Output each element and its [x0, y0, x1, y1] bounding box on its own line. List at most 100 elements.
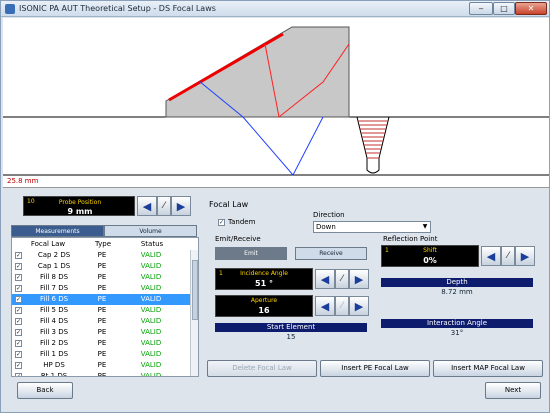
minimize-button[interactable]: ‒	[469, 2, 493, 15]
row-check-icon[interactable]: ✓	[15, 373, 22, 376]
row-status: VALID	[140, 350, 162, 358]
row-status: VALID	[140, 251, 162, 259]
shift-value: 0%	[423, 256, 437, 265]
shift-increase-button[interactable]: ▶	[515, 246, 535, 266]
row-status: VALID	[140, 284, 162, 292]
row-type: PE	[97, 273, 107, 281]
tandem-checkbox[interactable]: ✓ Tandem	[215, 217, 255, 226]
incidence-value: 51 °	[255, 279, 273, 288]
col-focal-law[interactable]: Focal Law	[12, 238, 84, 250]
chevron-down-icon: ▼	[422, 223, 428, 230]
shift-stepper: ◀ ⁄ ▶	[481, 246, 535, 266]
table-row[interactable]: ✓ Fill 2 DS PE VALID	[12, 338, 190, 349]
shift-step-toggle[interactable]: ⁄	[501, 246, 515, 266]
focal-law-table: Focal Law Type Status ✓ Cap 2 DS PE VALID ✓ C…	[11, 237, 199, 377]
table-row[interactable]: ✓ Cap 2 DS PE VALID	[12, 250, 190, 261]
row-status: VALID	[140, 339, 162, 347]
insert-pe-focal-law-button[interactable]: Insert PE Focal Law	[320, 360, 430, 377]
row-check-icon[interactable]: ✓	[15, 263, 22, 270]
interaction-angle-value: 31°	[450, 329, 464, 337]
row-focal-law: Fill 8 DS	[39, 273, 69, 281]
probe-value: 9 mm	[67, 207, 93, 216]
depth-value: 8.72 mm	[441, 288, 473, 296]
table-row[interactable]: ✓ Fill 4 DS PE VALID	[12, 316, 190, 327]
row-check-icon[interactable]: ✓	[15, 274, 22, 281]
probe-position-field[interactable]: 10 Probe Position 9 mm	[23, 196, 135, 216]
direction-value: Down	[316, 223, 336, 231]
row-check-icon[interactable]: ✓	[15, 351, 22, 358]
receive-button[interactable]: Receive	[295, 247, 367, 260]
app-icon	[5, 4, 15, 14]
row-type: PE	[97, 328, 107, 336]
probe-decrease-button[interactable]: ◀	[137, 196, 157, 216]
maximize-button[interactable]: □	[493, 2, 515, 15]
row-check-icon[interactable]: ✓	[15, 252, 22, 259]
aperture-decrease-button[interactable]: ◀	[315, 296, 335, 316]
table-row[interactable]: ✓ Fill 3 DS PE VALID	[12, 327, 190, 338]
direction-select[interactable]: Down ▼	[313, 221, 431, 233]
row-focal-law: Fill 6 DS	[39, 295, 69, 303]
table-row[interactable]: ✓ Fill 8 DS PE VALID	[12, 272, 190, 283]
table-header: Focal Law Type Status	[12, 238, 198, 250]
col-status[interactable]: Status	[122, 238, 182, 250]
probe-step-toggle[interactable]: ⁄	[157, 196, 171, 216]
table-row[interactable]: ✓ Fill 5 DS PE VALID	[12, 305, 190, 316]
probe-stepper: ◀ ⁄ ▶	[137, 196, 191, 216]
aperture-increase-button[interactable]: ▶	[349, 296, 369, 316]
tab-bar: Measurements Volume	[11, 225, 197, 237]
tandem-label: Tandem	[228, 217, 256, 226]
shift-field[interactable]: 1 Shift 0%	[381, 245, 479, 267]
row-check-icon[interactable]: ✓	[15, 296, 22, 303]
incidence-label: Incidence Angle	[240, 270, 288, 277]
delete-focal-law-button[interactable]: Delete Focal Law	[207, 360, 317, 377]
row-check-icon[interactable]: ✓	[15, 362, 22, 369]
shift-decrease-button[interactable]: ◀	[481, 246, 501, 266]
tab-measurements[interactable]: Measurements	[11, 225, 104, 237]
row-type: PE	[97, 350, 107, 358]
row-check-icon[interactable]: ✓	[15, 340, 22, 347]
table-row[interactable]: ✓ Cap 1 DS PE VALID	[12, 261, 190, 272]
probe-increase-button[interactable]: ▶	[171, 196, 191, 216]
row-focal-law: Rt 1 DS	[40, 372, 68, 377]
aperture-stepper: ◀ ⁄ ▶	[315, 296, 369, 316]
row-focal-law: HP DS	[43, 361, 65, 369]
depth-header: Depth	[381, 278, 533, 287]
row-check-icon[interactable]: ✓	[15, 285, 22, 292]
aperture-field[interactable]: Aperture 16	[215, 295, 313, 317]
col-type[interactable]: Type	[84, 238, 122, 250]
close-button[interactable]: ✕	[515, 2, 547, 15]
incidence-step-toggle[interactable]: ⁄	[335, 269, 349, 289]
row-type: PE	[97, 295, 107, 303]
emit-button[interactable]: Emit	[215, 247, 287, 260]
row-focal-law: Fill 1 DS	[39, 350, 69, 358]
row-type: PE	[97, 306, 107, 314]
weld-diagram	[3, 26, 549, 176]
aperture-step-toggle[interactable]: ⁄	[335, 296, 349, 316]
row-focal-law: Fill 4 DS	[39, 317, 69, 325]
title-bar: ISONIC PA AUT Theoretical Setup - DS Foc…	[1, 1, 549, 17]
back-button[interactable]: Back	[17, 382, 73, 399]
row-type: PE	[97, 284, 107, 292]
next-button[interactable]: Next	[485, 382, 541, 399]
table-row[interactable]: ✓ Fill 7 DS PE VALID	[12, 283, 190, 294]
row-check-icon[interactable]: ✓	[15, 329, 22, 336]
insert-map-focal-law-button[interactable]: Insert MAP Focal Law	[433, 360, 543, 377]
table-row[interactable]: ✓ Fill 6 DS PE VALID	[12, 294, 190, 305]
tab-volume[interactable]: Volume	[104, 225, 197, 237]
direction-label: Direction	[313, 211, 345, 219]
row-check-icon[interactable]: ✓	[15, 318, 22, 325]
table-row[interactable]: ✓ Fill 1 DS PE VALID	[12, 349, 190, 360]
tandem-check-icon[interactable]: ✓	[218, 219, 225, 226]
incidence-angle-field[interactable]: 1 Incidence Angle 51 °	[215, 268, 313, 290]
incidence-increase-button[interactable]: ▶	[349, 269, 369, 289]
table-row[interactable]: ✓ Rt 1 DS PE VALID	[12, 371, 190, 377]
table-row[interactable]: ✓ HP DS PE VALID	[12, 360, 190, 371]
incidence-decrease-button[interactable]: ◀	[315, 269, 335, 289]
probe-label: Probe Position	[58, 199, 102, 206]
row-type: PE	[97, 317, 107, 325]
scrollbar-thumb[interactable]	[192, 260, 198, 320]
table-scrollbar[interactable]	[190, 250, 198, 376]
row-status: VALID	[140, 306, 162, 314]
row-check-icon[interactable]: ✓	[15, 307, 22, 314]
row-status: VALID	[140, 372, 162, 377]
